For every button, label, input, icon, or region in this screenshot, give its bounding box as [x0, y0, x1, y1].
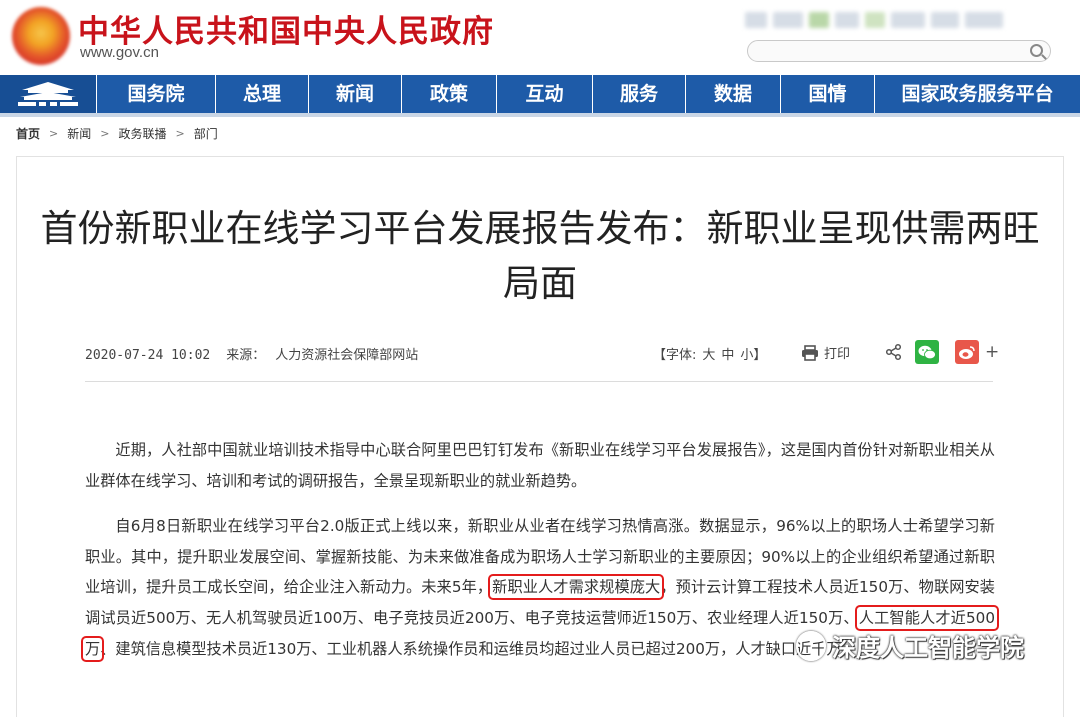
- nav-item-hudong[interactable]: 互动: [497, 75, 593, 113]
- watermark-text: 深度人工智能学院: [832, 634, 1024, 662]
- top-links-blurred: [745, 12, 1045, 34]
- weibo-share-button[interactable]: [955, 340, 979, 364]
- font-size-label: 【字体:: [653, 348, 697, 363]
- nav-item-zhengce[interactable]: 政策: [402, 75, 497, 113]
- chevron-right-icon: >: [100, 127, 110, 140]
- printer-icon: [802, 344, 818, 361]
- search-input[interactable]: [747, 40, 1051, 62]
- paragraph-1: 近期，人社部中国就业培训技术指导中心联合阿里巴巴钉钉发布《新职业在线学习平台发展…: [85, 441, 995, 490]
- site-url[interactable]: www.gov.cn: [80, 44, 159, 61]
- print-button[interactable]: 打印: [801, 343, 850, 362]
- main-nav: 国务院 总理 新闻 政策 互动 服务 数据 国情 国家政务服务平台: [0, 75, 1080, 113]
- font-size-control: 【字体: 大中小】: [653, 344, 766, 363]
- nav-item-fuwu[interactable]: 服务: [593, 75, 686, 113]
- tiananmen-icon: [18, 82, 78, 106]
- nav-item-shuju[interactable]: 数据: [686, 75, 781, 113]
- national-emblem-icon[interactable]: [12, 7, 70, 65]
- print-label: 打印: [824, 347, 851, 362]
- paragraph-2-text-c: 、建筑信息模型技术员近130万、工业机器人系统操作员和运维员均超过: [100, 639, 585, 658]
- breadcrumb-gov-broadcast[interactable]: 政务联播: [118, 125, 166, 142]
- meta-divider: [85, 381, 993, 382]
- nav-item-guoqing[interactable]: 国情: [781, 75, 875, 113]
- share-icon[interactable]: [885, 343, 903, 361]
- nav-item-service-platform[interactable]: 国家政务服务平台: [875, 75, 1080, 113]
- nav-item-xinwen[interactable]: 新闻: [309, 75, 402, 113]
- article-date: 2020-07-24 10:02: [85, 348, 211, 363]
- breadcrumb-home[interactable]: 首页: [16, 125, 40, 142]
- wechat-share-button[interactable]: [915, 340, 939, 364]
- nav-item-guowuyuan[interactable]: 国务院: [97, 75, 216, 113]
- share-bar: +: [885, 340, 999, 364]
- font-size-small[interactable]: 小】: [740, 348, 766, 363]
- font-size-medium[interactable]: 中: [721, 348, 734, 363]
- chevron-right-icon: >: [49, 127, 59, 140]
- breadcrumb-departments[interactable]: 部门: [194, 125, 218, 142]
- weibo-icon: [959, 345, 975, 359]
- chevron-right-icon: >: [175, 127, 185, 140]
- site-header: 中华人民共和国中央人民政府 www.gov.cn: [0, 0, 1080, 74]
- breadcrumb-news[interactable]: 新闻: [67, 125, 91, 142]
- breadcrumb: 首页 > 新闻 > 政务联播 > 部门: [16, 125, 218, 142]
- nav-home[interactable]: [0, 75, 97, 113]
- wechat-icon: [918, 345, 936, 359]
- watermark-logo-icon: [796, 630, 826, 661]
- nav-underline: [0, 113, 1080, 117]
- article-source: 人力资源社会保障部网站: [275, 348, 419, 363]
- article-title: 首份新职业在线学习平台发展报告发布：新职业呈现供需两旺局面: [40, 207, 1040, 305]
- more-share-icon[interactable]: +: [985, 342, 999, 362]
- font-size-large[interactable]: 大: [702, 348, 715, 363]
- source-label: 来源：: [226, 348, 266, 363]
- highlight-talent-demand: 新职业人才需求规模庞大: [488, 574, 665, 601]
- nav-item-zongli[interactable]: 总理: [216, 75, 309, 113]
- watermark: 深度人工智能学院: [796, 628, 1024, 663]
- search-icon[interactable]: [1030, 44, 1043, 57]
- article-meta: 2020-07-24 10:02 来源： 人力资源社会保障部网站: [85, 344, 418, 363]
